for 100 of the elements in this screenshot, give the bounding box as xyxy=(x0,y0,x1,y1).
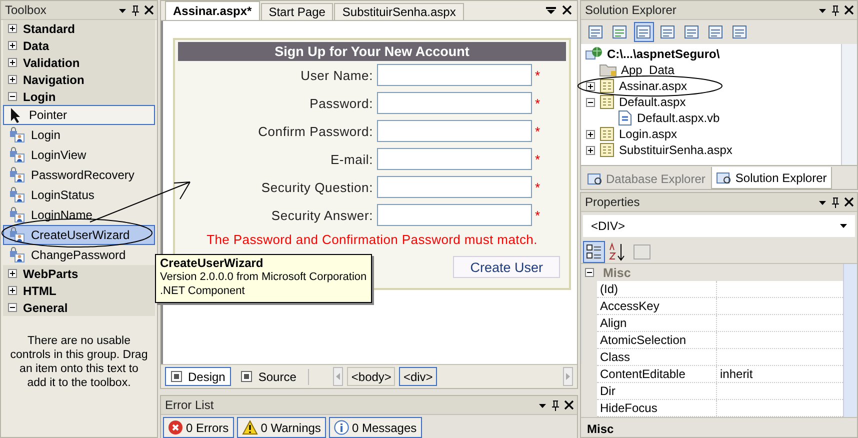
field-label: Confirm Password: xyxy=(257,124,374,138)
toolbox-item[interactable]: CreateUserWizard xyxy=(3,225,155,245)
toolbox-group-header[interactable]: WebParts xyxy=(3,265,155,282)
toolbox-item[interactable]: LoginView xyxy=(3,145,155,165)
group-label: Validation xyxy=(23,56,80,70)
code-file-icon xyxy=(617,110,633,126)
expand-icon[interactable] xyxy=(586,82,594,90)
panel-title: Error List xyxy=(165,398,215,412)
expand-icon[interactable] xyxy=(8,41,17,50)
field-label: Security Answer: xyxy=(270,208,374,222)
toolbox-item[interactable]: Pointer xyxy=(3,105,155,125)
expand-icon[interactable] xyxy=(8,24,17,33)
close-icon[interactable] xyxy=(564,400,574,410)
error-filter-button[interactable]: 0 Errors xyxy=(163,417,234,438)
field-label: Security Question: xyxy=(260,180,374,194)
group-label: Data xyxy=(23,38,50,52)
tag-breadcrumb[interactable]: <div> xyxy=(399,367,437,386)
toolbox-group-header[interactable]: Standard xyxy=(3,20,155,37)
toolbox-group-header[interactable]: Login xyxy=(3,88,155,105)
collapse-icon[interactable] xyxy=(586,98,594,106)
input-field[interactable] xyxy=(377,120,532,142)
document-tab[interactable]: Start Page xyxy=(260,3,334,20)
property-name: HideFocus xyxy=(597,400,717,416)
tree-node[interactable]: Default.aspx.vb xyxy=(581,110,841,126)
toolbox-group-header[interactable]: General xyxy=(3,299,155,316)
tree-node[interactable]: Login.aspx xyxy=(581,126,841,142)
lock-user-icon xyxy=(9,127,25,143)
create-user-button[interactable]: Create User xyxy=(453,256,560,278)
collapse-icon[interactable] xyxy=(8,92,17,101)
lock-user-icon xyxy=(9,207,25,223)
expand-icon[interactable] xyxy=(8,58,17,67)
view-tab[interactable]: Design xyxy=(165,367,232,386)
close-icon[interactable] xyxy=(844,5,854,15)
input-field[interactable] xyxy=(377,204,532,226)
input-field[interactable] xyxy=(377,64,532,86)
expand-icon[interactable] xyxy=(8,286,17,295)
property-name: (Id) xyxy=(597,281,717,297)
property-description: Misc xyxy=(581,417,857,437)
pin-icon[interactable] xyxy=(131,4,140,16)
web-page-icon xyxy=(599,126,615,142)
lock-user-icon xyxy=(9,147,25,163)
group-label: WebParts xyxy=(23,266,78,280)
toolbox-item[interactable]: LoginName xyxy=(3,205,155,225)
dropdown-icon[interactable] xyxy=(546,7,556,15)
close-icon[interactable] xyxy=(844,197,854,207)
expand-icon[interactable] xyxy=(586,130,594,138)
object-selector[interactable]: <DIV> xyxy=(583,215,855,237)
panel-tab[interactable]: Solution Explorer xyxy=(711,167,832,189)
info-icon xyxy=(334,420,349,435)
required-mark: * xyxy=(534,208,542,222)
tag-breadcrumb[interactable]: <body> xyxy=(347,367,396,386)
input-field[interactable] xyxy=(377,92,532,114)
toolbox-group-header[interactable]: HTML xyxy=(3,282,155,299)
expand-icon[interactable] xyxy=(8,75,17,84)
tree-node[interactable]: App_Data xyxy=(581,62,841,78)
toolbox-group-header[interactable]: Validation xyxy=(3,54,155,71)
alphabetical-sort-icon[interactable] xyxy=(608,242,626,262)
view-tab[interactable]: Source xyxy=(235,367,302,386)
pointer-icon xyxy=(9,107,23,123)
tree-node[interactable]: Assinar.aspx xyxy=(581,78,841,94)
toolbox-item[interactable]: LoginStatus xyxy=(3,185,155,205)
expand-icon[interactable] xyxy=(8,269,17,278)
property-name: Dir xyxy=(597,383,717,399)
categorized-icon[interactable] xyxy=(584,242,604,262)
required-mark: * xyxy=(534,152,542,166)
pin-icon[interactable] xyxy=(831,4,840,16)
warning-icon xyxy=(242,420,258,435)
pin-icon[interactable] xyxy=(831,196,840,208)
error-filter-button[interactable]: 0 Messages xyxy=(328,417,422,438)
expand-icon[interactable] xyxy=(586,146,594,154)
property-name: ContentEditable xyxy=(597,366,717,382)
lock-user-icon xyxy=(9,187,25,203)
collapse-icon[interactable] xyxy=(8,303,17,312)
group-label: General xyxy=(23,300,68,314)
close-icon[interactable] xyxy=(562,5,572,15)
toolbox-group-header[interactable]: Data xyxy=(3,37,155,54)
toolbox-item[interactable]: PasswordRecovery xyxy=(3,165,155,185)
field-label: E-mail: xyxy=(329,152,374,166)
document-tab[interactable]: SubstituirSenha.aspx xyxy=(334,3,464,20)
collapse-icon[interactable] xyxy=(585,268,594,277)
error-filter-button[interactable]: 0 Warnings xyxy=(236,417,326,438)
tree-node[interactable]: SubstituirSenha.aspx xyxy=(581,142,841,158)
field-label: User Name: xyxy=(300,68,374,82)
toolbox-item[interactable]: Login xyxy=(3,125,155,145)
web-page-icon xyxy=(599,78,615,94)
folder-icon xyxy=(599,63,617,77)
document-tab[interactable]: Assinar.aspx* xyxy=(165,1,260,20)
tooltip-text: .NET Component xyxy=(160,284,246,298)
panel-title: Toolbox xyxy=(5,3,48,17)
tree-node[interactable]: C:\...\aspnetSeguro\ xyxy=(581,46,841,62)
toolbox-item[interactable]: ChangePassword xyxy=(3,245,155,265)
required-mark: * xyxy=(534,96,542,110)
input-field[interactable] xyxy=(377,148,532,170)
group-label: HTML xyxy=(23,284,56,298)
close-icon[interactable] xyxy=(144,5,154,15)
pin-icon[interactable] xyxy=(551,400,560,410)
property-value[interactable]: inherit xyxy=(717,366,753,382)
input-field[interactable] xyxy=(377,176,532,198)
tree-node[interactable]: Default.aspx xyxy=(581,94,841,110)
toolbox-group-header[interactable]: Navigation xyxy=(3,71,155,88)
